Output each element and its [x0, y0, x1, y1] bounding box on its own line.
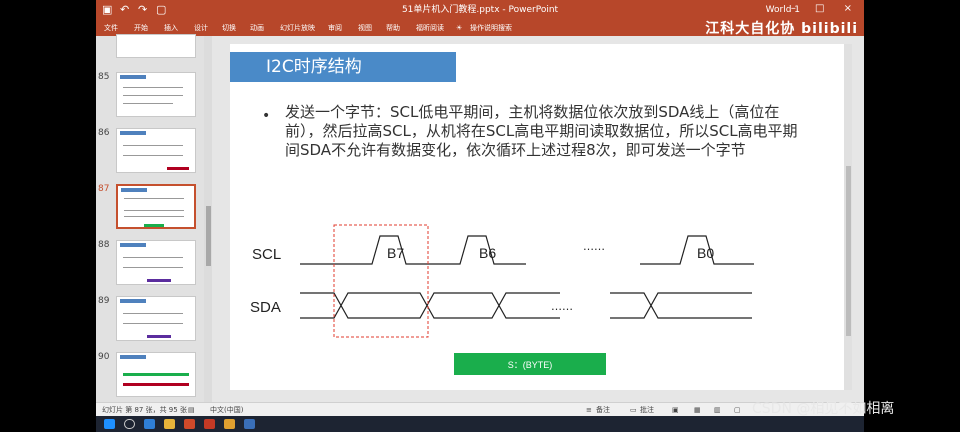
comments-button[interactable]: 批注: [640, 405, 654, 415]
slide-sorter-icon[interactable]: ▦: [694, 405, 701, 415]
slide-scroll-thumb[interactable]: [846, 166, 851, 336]
thumb-number: 88: [98, 240, 110, 250]
thumb-number: 85: [98, 72, 110, 82]
bit-label-b6: B6: [479, 245, 496, 261]
sda-ellipsis: ……: [551, 300, 573, 313]
tab-file[interactable]: 文件: [104, 22, 118, 34]
byte-box-label: S：(BYTE): [508, 360, 553, 370]
slide-thumbnail-panel: 85 86 87 88 89 90: [96, 34, 212, 402]
slide-thumbnail-86[interactable]: [116, 128, 196, 173]
scl-label: SCL: [252, 246, 281, 263]
thumb-number: 90: [98, 352, 110, 362]
tab-foxit[interactable]: 福昕阅读: [416, 22, 444, 34]
thumb-number: 86: [98, 128, 110, 138]
bit-highlight-box: [333, 224, 429, 338]
reading-view-icon[interactable]: ▥: [714, 405, 721, 415]
lightbulb-icon: ☀: [456, 24, 463, 32]
slide-thumbnail-88[interactable]: [116, 240, 196, 285]
tab-animations[interactable]: 动画: [250, 22, 264, 34]
bit-label-b0: B0: [697, 245, 714, 261]
slide[interactable]: I2C时序结构 • 发送一个字节：SCL低电平期间，主机将数据位依次放到SDA线…: [230, 44, 844, 390]
sda-waveform-high: [300, 292, 560, 319]
tab-insert[interactable]: 插入: [164, 22, 178, 34]
ribbon-tabs: 文件 开始 插入 设计 切换 动画 幻灯片放映 审阅 视图 帮助 福昕阅读 ☀ …: [96, 20, 864, 37]
app-icon[interactable]: [244, 419, 255, 429]
status-bar: 幻灯片 第 87 张，共 95 张 ▤ 中文(中国) ≡ 备注 ▭ 批注 ▣ ▦…: [96, 402, 864, 416]
slide-thumbnail-89[interactable]: [116, 296, 196, 341]
normal-view-icon[interactable]: ▣: [672, 405, 679, 415]
windows-start-icon[interactable]: [104, 419, 115, 429]
slide-thumbnail-90[interactable]: [116, 352, 196, 397]
sda-label: SDA: [250, 299, 281, 316]
windows-taskbar: [96, 416, 864, 432]
i2c-byte-timing-diagram: SCL SDA B7 B6 B0 …… …… S：(BYTE): [250, 224, 754, 375]
search-icon[interactable]: [124, 419, 135, 429]
slide-count-status: 幻灯片 第 87 张，共 95 张: [102, 406, 187, 414]
window-controls[interactable]: – □ ×: [791, 2, 860, 16]
powerpoint-window: ▣ ↶ ↷ ▢ 51单片机入门教程.pptx - PowerPoint Worl…: [96, 0, 864, 416]
comments-icon[interactable]: ▭: [630, 405, 637, 415]
file-explorer-icon[interactable]: [164, 419, 175, 429]
powerpoint-taskbar-icon[interactable]: [204, 419, 215, 429]
slideshow-icon[interactable]: ▢: [734, 405, 741, 415]
sda-waveform-end-high: [610, 292, 752, 319]
slide-thumbnail-87[interactable]: [116, 184, 196, 229]
notes-icon[interactable]: ≡: [586, 405, 592, 415]
app-icon[interactable]: [224, 419, 235, 429]
thumb-number: 87: [98, 184, 110, 194]
slide-thumbnail-84[interactable]: [116, 34, 196, 58]
edge-icon[interactable]: [144, 419, 155, 429]
tell-me-search[interactable]: 操作说明搜索: [470, 22, 512, 34]
csdn-watermark: CSDN @相见不如相离: [752, 401, 895, 417]
tab-help[interactable]: 帮助: [386, 22, 400, 34]
tab-slideshow[interactable]: 幻灯片放映: [280, 22, 315, 34]
tab-design[interactable]: 设计: [194, 22, 208, 34]
tab-view[interactable]: 视图: [358, 22, 372, 34]
sda-waveform-low: [300, 292, 560, 319]
sda-waveform-end-low: [610, 292, 752, 319]
notes-button[interactable]: 备注: [596, 405, 610, 415]
slide-thumbnail-85[interactable]: [116, 72, 196, 117]
proofing-icon[interactable]: ▤: [188, 405, 195, 415]
thumbnail-scroll-thumb[interactable]: [206, 206, 211, 266]
scl-ellipsis: ……: [583, 240, 605, 253]
thumb-number: 89: [98, 296, 110, 306]
document-title: 51单片机入门教程.pptx - PowerPoint: [401, 5, 559, 15]
slide-canvas: I2C时序结构 • 发送一个字节：SCL低电平期间，主机将数据位依次放到SDA线…: [212, 36, 864, 402]
app-icon[interactable]: [184, 419, 195, 429]
tab-home[interactable]: 开始: [134, 22, 148, 34]
tab-review[interactable]: 审阅: [328, 22, 342, 34]
language-status[interactable]: 中文(中国): [210, 405, 243, 415]
bit-label-b7: B7: [387, 245, 404, 261]
title-bar: ▣ ↶ ↷ ▢ 51单片机入门教程.pptx - PowerPoint Worl…: [96, 0, 864, 20]
tab-transitions[interactable]: 切换: [222, 22, 236, 34]
